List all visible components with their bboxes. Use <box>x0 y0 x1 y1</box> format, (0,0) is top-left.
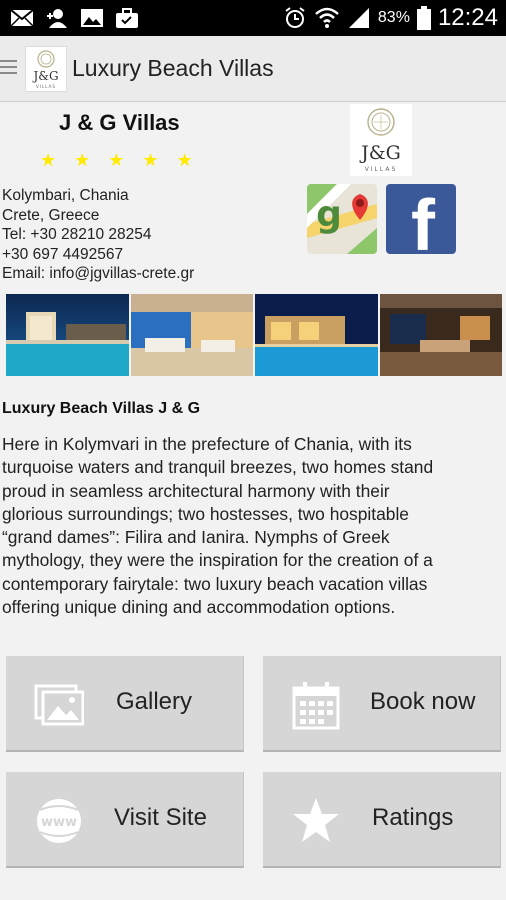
jg-villas-logo-large-icon: J&G VILLAS <box>359 108 401 173</box>
gallery-button[interactable]: Gallery <box>6 656 244 752</box>
app-title: Luxury Beach Villas <box>72 55 274 81</box>
gallery-icon <box>34 684 84 726</box>
battery-icon <box>416 6 431 30</box>
contact-info: Kolymbari, Chania Crete, Greece Tel: +30… <box>2 186 194 284</box>
mobile-phone[interactable]: +30 697 4492567 <box>2 245 194 265</box>
rating-star-icon: ★ <box>40 150 57 170</box>
email[interactable]: Email: info@jgvillas-crete.gr <box>2 264 194 284</box>
wifi-icon <box>315 7 339 28</box>
facebook-button[interactable]: f <box>386 184 456 254</box>
svg-text:VILLAS: VILLAS <box>365 166 398 173</box>
status-bar: 83% 12:24 <box>0 0 506 36</box>
rating-star-icon: ★ <box>176 150 193 170</box>
svg-text:g: g <box>316 194 342 235</box>
description-line: proud in seamless architectural harmony … <box>2 480 390 501</box>
description-line: turquoise waters and tranquil breezes, t… <box>2 457 434 478</box>
rating-star-icon: ★ <box>142 150 159 170</box>
description-line: glorious surroundings; two hostesses, tw… <box>2 503 409 524</box>
google-maps-button[interactable]: g <box>307 184 377 254</box>
rating-star-icon: ★ <box>108 150 125 170</box>
description-title: Luxury Beach Villas J & G <box>2 400 201 417</box>
photo-strip[interactable] <box>6 294 502 376</box>
ratings-label: Ratings <box>372 804 454 831</box>
www-globe-icon: www <box>37 799 81 843</box>
mail-icon <box>10 9 34 27</box>
hotel-name: J & G Villas <box>59 110 180 135</box>
visit-site-button[interactable]: www Visit Site <box>6 772 244 868</box>
description-line: contemporary fairytale: two luxury beach… <box>2 573 428 594</box>
address-line-2: Crete, Greece <box>2 206 100 224</box>
villa-photo-dining[interactable] <box>379 294 502 376</box>
svg-text:VILLAS: VILLAS <box>36 84 56 89</box>
svg-text:J&G: J&G <box>359 142 401 164</box>
book-now-button[interactable]: Book now <box>263 656 501 752</box>
image-icon <box>81 9 103 27</box>
description-line: Here in Kolymvari in the prefecture of C… <box>2 434 412 454</box>
villa-photo-terrace[interactable] <box>130 294 253 376</box>
book-now-label: Book now <box>370 688 476 715</box>
description-text: Here in Kolymvari in the prefecture of C… <box>2 433 502 619</box>
visit-site-label: Visit Site <box>114 804 207 831</box>
add-contact-icon <box>47 9 67 28</box>
svg-text:www: www <box>41 815 77 830</box>
drawer-menu-icon[interactable] <box>0 60 18 78</box>
calendar-icon <box>292 682 340 730</box>
description-line: offering unique dining and accommodation… <box>2 597 396 618</box>
gallery-label: Gallery <box>116 688 193 715</box>
svg-text:J&G: J&G <box>31 69 58 83</box>
description-line: mythology, they were the inspiration for… <box>2 550 433 571</box>
google-maps-icon: g <box>307 184 377 254</box>
action-bar[interactable]: J&G VILLAS Luxury Beach Villas <box>0 36 506 102</box>
facebook-icon: f <box>411 186 435 254</box>
battery-percent: 83% <box>377 9 410 26</box>
phone[interactable]: Tel: +30 28210 28254 <box>2 225 194 245</box>
hotel-logo: J&G VILLAS <box>350 104 412 176</box>
briefcase-icon <box>116 8 138 28</box>
star-icon <box>293 798 339 842</box>
star-rating: ★ ★ ★ ★ ★ <box>40 150 193 170</box>
app-logo[interactable]: J&G VILLAS <box>25 46 67 92</box>
rating-star-icon: ★ <box>74 150 91 170</box>
description-line: “grand dames”: Filira and Ianira. Nymphs… <box>2 527 390 548</box>
signal-icon <box>348 8 369 28</box>
villa-photo-night-pool[interactable] <box>255 294 378 376</box>
address-line-1: Kolymbari, Chania <box>2 187 129 204</box>
alarm-icon <box>285 7 305 28</box>
ratings-button[interactable]: Ratings <box>263 772 501 868</box>
clock: 12:24 <box>437 4 498 31</box>
villa-photo-pool-pavilion[interactable] <box>6 294 129 376</box>
jg-villas-logo-icon: J&G VILLAS <box>31 50 59 89</box>
